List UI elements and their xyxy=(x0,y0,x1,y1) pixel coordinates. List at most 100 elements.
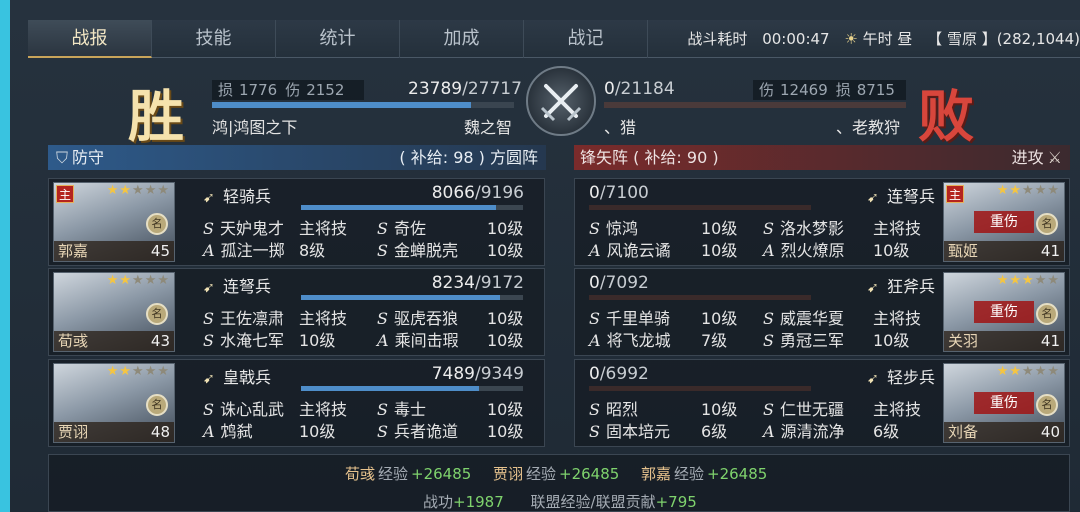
skill-entry[interactable]: S 仁世无疆 主将技 xyxy=(763,396,933,420)
troop-type: ➹ 狂斧兵 xyxy=(867,273,935,297)
skill-name: 孤注一掷 xyxy=(220,241,285,260)
troop-type-icon: ➹ xyxy=(203,280,215,296)
left-hp-fill xyxy=(212,102,471,108)
skill-entry[interactable]: S 毒士 10级 xyxy=(377,396,547,420)
skill-entry[interactable]: S 勇冠三军 10级 xyxy=(763,327,933,351)
exp-entry-2: 贾诩 经验 +26485 xyxy=(493,463,619,484)
skill-grade: S xyxy=(203,219,214,238)
skill-name: 毒士 xyxy=(393,400,426,419)
battle-time: 午时 昼 xyxy=(862,30,913,48)
skill-grade: S xyxy=(203,331,214,350)
skill-level: 10级 xyxy=(487,241,524,260)
skill-level: 主将技 xyxy=(873,400,922,419)
skill-name: 诛心乱武 xyxy=(219,400,284,419)
skill-name: 惊鸿 xyxy=(605,219,638,238)
skill-name: 水淹七军 xyxy=(219,331,284,350)
skill-entry[interactable]: S 水淹七军 10级 xyxy=(203,327,373,351)
exp-entry-3: 郭嘉 经验 +26485 xyxy=(641,463,767,484)
skill-entry[interactable]: A 风诡云谲 10级 xyxy=(589,237,759,261)
tab-battle-log[interactable]: 战记 xyxy=(524,20,648,58)
right-hp-max: /21184 xyxy=(614,79,675,99)
skill-level: 主将技 xyxy=(873,219,922,238)
tab-bonus[interactable]: 加成 xyxy=(400,20,524,58)
right-loss-value: 8715 xyxy=(856,81,895,99)
skill-entry[interactable]: S 昭烈 10级 xyxy=(589,396,759,420)
hero-portrait[interactable]: 主 ★★★★★ 名重伤 甄姬 41 xyxy=(943,182,1065,262)
exp-value: +26485 xyxy=(411,465,472,483)
skill-level: 主将技 xyxy=(299,219,348,238)
skill-entry[interactable]: A 源清流净 6级 xyxy=(763,418,933,442)
skill-grade: A xyxy=(589,331,601,350)
left-hp-bar xyxy=(212,102,514,108)
tab-battle-report[interactable]: 战报 xyxy=(28,20,152,58)
tab-statistics[interactable]: 统计 xyxy=(276,20,400,58)
skill-entry[interactable]: S 天妒鬼才 主将技 xyxy=(203,215,373,239)
skill-grade: S xyxy=(203,309,214,328)
skill-entry[interactable]: S 奇佐 10级 xyxy=(377,215,547,239)
skill-level: 10级 xyxy=(701,309,738,328)
skill-entry[interactable]: S 固本培元 6级 xyxy=(589,418,759,442)
tab-skills[interactable]: 技能 xyxy=(152,20,276,58)
hero-portrait[interactable]: 主 ★★★★★ 名郭嘉 45 xyxy=(53,182,175,262)
skill-grade: S xyxy=(377,241,388,260)
hero-portrait[interactable]: ★★★★★ 名荀彧 43 xyxy=(53,272,175,352)
skill-entry[interactable]: S 王佐凛肃 主将技 xyxy=(203,305,373,329)
battle-location[interactable]: 【 雪原 】(282,1044) xyxy=(927,30,1080,48)
skill-level: 10级 xyxy=(487,422,524,441)
skill-entry[interactable]: A 乘间击瑕 10级 xyxy=(377,327,547,351)
right-alliance[interactable]: 、猎 xyxy=(604,114,636,138)
awaken-seal-icon: 名 xyxy=(1036,213,1058,235)
hero-name: 甄姬 xyxy=(948,242,979,260)
skill-entry[interactable]: S 驱虎吞狼 10级 xyxy=(377,305,547,329)
skill-entry[interactable]: S 诛心乱武 主将技 xyxy=(203,396,373,420)
skill-entry[interactable]: A 烈火燎原 10级 xyxy=(763,237,933,261)
skill-entry[interactable]: S 惊鸿 10级 xyxy=(589,215,759,239)
troop-type: ➹ 连弩兵 xyxy=(867,183,935,207)
hero-portrait[interactable]: ★★★★★ 名重伤 关羽 41 xyxy=(943,272,1065,352)
skill-level: 主将技 xyxy=(299,400,348,419)
hero-namebar: 刘备 40 xyxy=(944,422,1064,442)
left-side-header: ⛉ 防守 ( 补给: 98 ) 方圆阵 xyxy=(48,145,546,170)
troop-type-label: 狂斧兵 xyxy=(886,277,935,296)
injured-tag: 重伤 xyxy=(974,301,1034,323)
star-rating: ★★★★★ xyxy=(106,273,170,288)
merit-label: 战功 xyxy=(423,493,454,511)
left-player[interactable]: 魏之智 xyxy=(464,114,512,138)
skill-level: 10级 xyxy=(873,241,910,260)
exp-hero-name: 荀彧 xyxy=(345,465,376,483)
hero-portrait[interactable]: ★★★★★ 名重伤 刘备 40 xyxy=(943,363,1065,443)
exp-label: 经验 xyxy=(526,465,557,483)
commander-badge: 主 xyxy=(946,185,964,203)
skill-name: 兵者诡道 xyxy=(393,422,458,441)
skill-entry[interactable]: S 兵者诡道 10级 xyxy=(377,418,547,442)
skill-entry[interactable]: A 鸩弑 10级 xyxy=(203,418,373,442)
injured-tag: 重伤 xyxy=(974,211,1034,233)
skill-level: 10级 xyxy=(701,241,738,260)
sun-icon: ☀ xyxy=(844,30,858,48)
skill-grade: A xyxy=(377,331,389,350)
skill-entry[interactable]: S 威震华夏 主将技 xyxy=(763,305,933,329)
troop-type-icon: ➹ xyxy=(866,371,879,387)
star-rating: ★★★★★ xyxy=(996,273,1060,288)
skill-name: 勇冠三军 xyxy=(779,331,844,350)
troop-type: ➹ 轻骑兵 xyxy=(203,183,271,207)
left-alliance[interactable]: 鸿|鸿图之下 xyxy=(212,114,297,138)
skill-entry[interactable]: A 将飞龙城 7级 xyxy=(589,327,759,351)
troop-count: 0/7100 xyxy=(589,183,649,203)
skill-entry[interactable]: S 金蝉脱壳 10级 xyxy=(377,237,547,261)
hero-portrait[interactable]: ★★★★★ 名贾诩 48 xyxy=(53,363,175,443)
hero-namebar: 贾诩 48 xyxy=(54,422,174,442)
skill-name: 威震华夏 xyxy=(779,309,844,328)
skill-entry[interactable]: S 千里单骑 10级 xyxy=(589,305,759,329)
left-loss-label: 损 xyxy=(218,81,234,99)
hero-name: 关羽 xyxy=(948,332,979,350)
hero-name: 贾诩 xyxy=(58,423,89,441)
skill-entry[interactable]: S 洛水梦影 主将技 xyxy=(763,215,933,239)
hero-level: 43 xyxy=(150,332,170,350)
skill-level: 10级 xyxy=(701,219,738,238)
skill-grade: S xyxy=(377,219,388,238)
right-player[interactable]: 、老教狩 xyxy=(836,114,900,138)
troop-current: 0 xyxy=(589,364,600,384)
right-side-header: 锋矢阵 ( 补给: 90 ) 进攻 ⚔ xyxy=(574,145,1070,170)
skill-entry[interactable]: A 孤注一掷 8级 xyxy=(203,237,373,261)
